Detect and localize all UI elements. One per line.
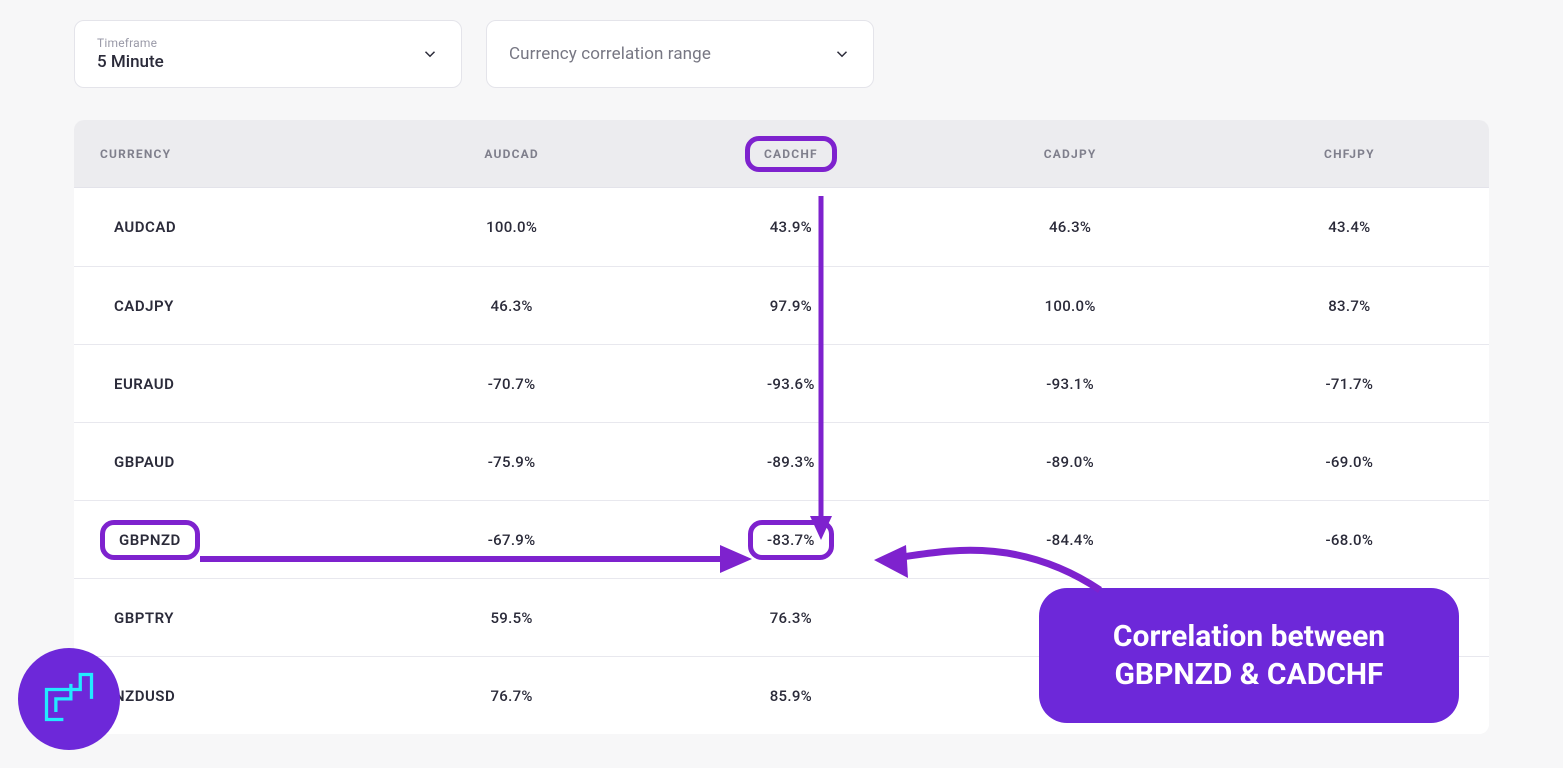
cell: 46.3% xyxy=(931,218,1210,236)
table-header-col: CADJPY xyxy=(931,147,1210,161)
row-currency: CADJPY xyxy=(100,287,372,325)
cell: -67.9% xyxy=(372,531,651,549)
table-row: GBPAUD -75.9% -89.3% -89.0% -69.0% xyxy=(74,422,1489,500)
timeframe-label: Timeframe xyxy=(97,36,164,50)
cell: 97.9% xyxy=(651,297,930,315)
controls-row: Timeframe 5 Minute Currency correlation … xyxy=(0,0,1563,88)
table-row: CADJPY 46.3% 97.9% 100.0% 83.7% xyxy=(74,266,1489,344)
cell: 83.7% xyxy=(1210,297,1489,315)
annotation-callout: Correlation between GBPNZD & CADCHF xyxy=(1039,588,1459,723)
timeframe-selector[interactable]: Timeframe 5 Minute xyxy=(74,20,462,88)
cell: -84.4% xyxy=(931,531,1210,549)
cell: -75.9% xyxy=(372,453,651,471)
cell: -89.0% xyxy=(931,453,1210,471)
row-currency: GBPAUD xyxy=(100,443,372,481)
correlation-range-placeholder: Currency correlation range xyxy=(509,44,711,64)
channel-avatar xyxy=(18,648,120,750)
cell: -71.7% xyxy=(1210,375,1489,393)
cell: -70.7% xyxy=(372,375,651,393)
table-row: AUDCAD 100.0% 43.9% 46.3% 43.4% xyxy=(74,188,1489,266)
cell: 59.5% xyxy=(372,609,651,627)
highlight-cell-box: -83.7% xyxy=(748,520,834,560)
chevron-down-icon xyxy=(421,45,439,63)
correlation-range-selector[interactable]: Currency correlation range xyxy=(486,20,874,88)
table-header-col: AUDCAD xyxy=(372,147,651,161)
cell: -83.7% xyxy=(651,520,930,560)
row-currency: AUDCAD xyxy=(100,208,372,246)
row-currency: GBPTRY xyxy=(100,599,372,637)
cell: -93.6% xyxy=(651,375,930,393)
cell: -69.0% xyxy=(1210,453,1489,471)
cell: 100.0% xyxy=(372,218,651,236)
cell: -68.0% xyxy=(1210,531,1489,549)
table-row: GBPNZD -67.9% -83.7% -84.4% -68.0% xyxy=(74,500,1489,578)
cell: 43.9% xyxy=(651,218,930,236)
cell: 85.9% xyxy=(651,687,930,705)
cell: 46.3% xyxy=(372,297,651,315)
table-header-currency: CURRENCY xyxy=(100,147,372,161)
cell: 76.7% xyxy=(372,687,651,705)
callout-line2: GBPNZD & CADCHF xyxy=(1069,656,1429,694)
table-header: CURRENCY AUDCAD CADCHF CADJPY CHFJPY xyxy=(74,120,1489,188)
cell: 43.4% xyxy=(1210,218,1489,236)
row-currency: NZDUSD xyxy=(100,677,372,715)
cell: -89.3% xyxy=(651,453,930,471)
table-header-col: CHFJPY xyxy=(1210,147,1489,161)
highlight-row-box: GBPNZD xyxy=(100,520,200,560)
timeframe-value: 5 Minute xyxy=(97,52,164,72)
callout-line1: Correlation between xyxy=(1069,618,1429,656)
row-currency: EURAUD xyxy=(100,365,372,403)
logo-icon xyxy=(39,667,99,731)
cell: 100.0% xyxy=(931,297,1210,315)
chevron-down-icon xyxy=(833,45,851,63)
table-header-col: CADCHF xyxy=(651,136,930,172)
cell: 76.3% xyxy=(651,609,930,627)
table-row: EURAUD -70.7% -93.6% -93.1% -71.7% xyxy=(74,344,1489,422)
highlight-col-box: CADCHF xyxy=(745,136,837,172)
row-currency: GBPNZD xyxy=(100,520,372,560)
cell: -93.1% xyxy=(931,375,1210,393)
